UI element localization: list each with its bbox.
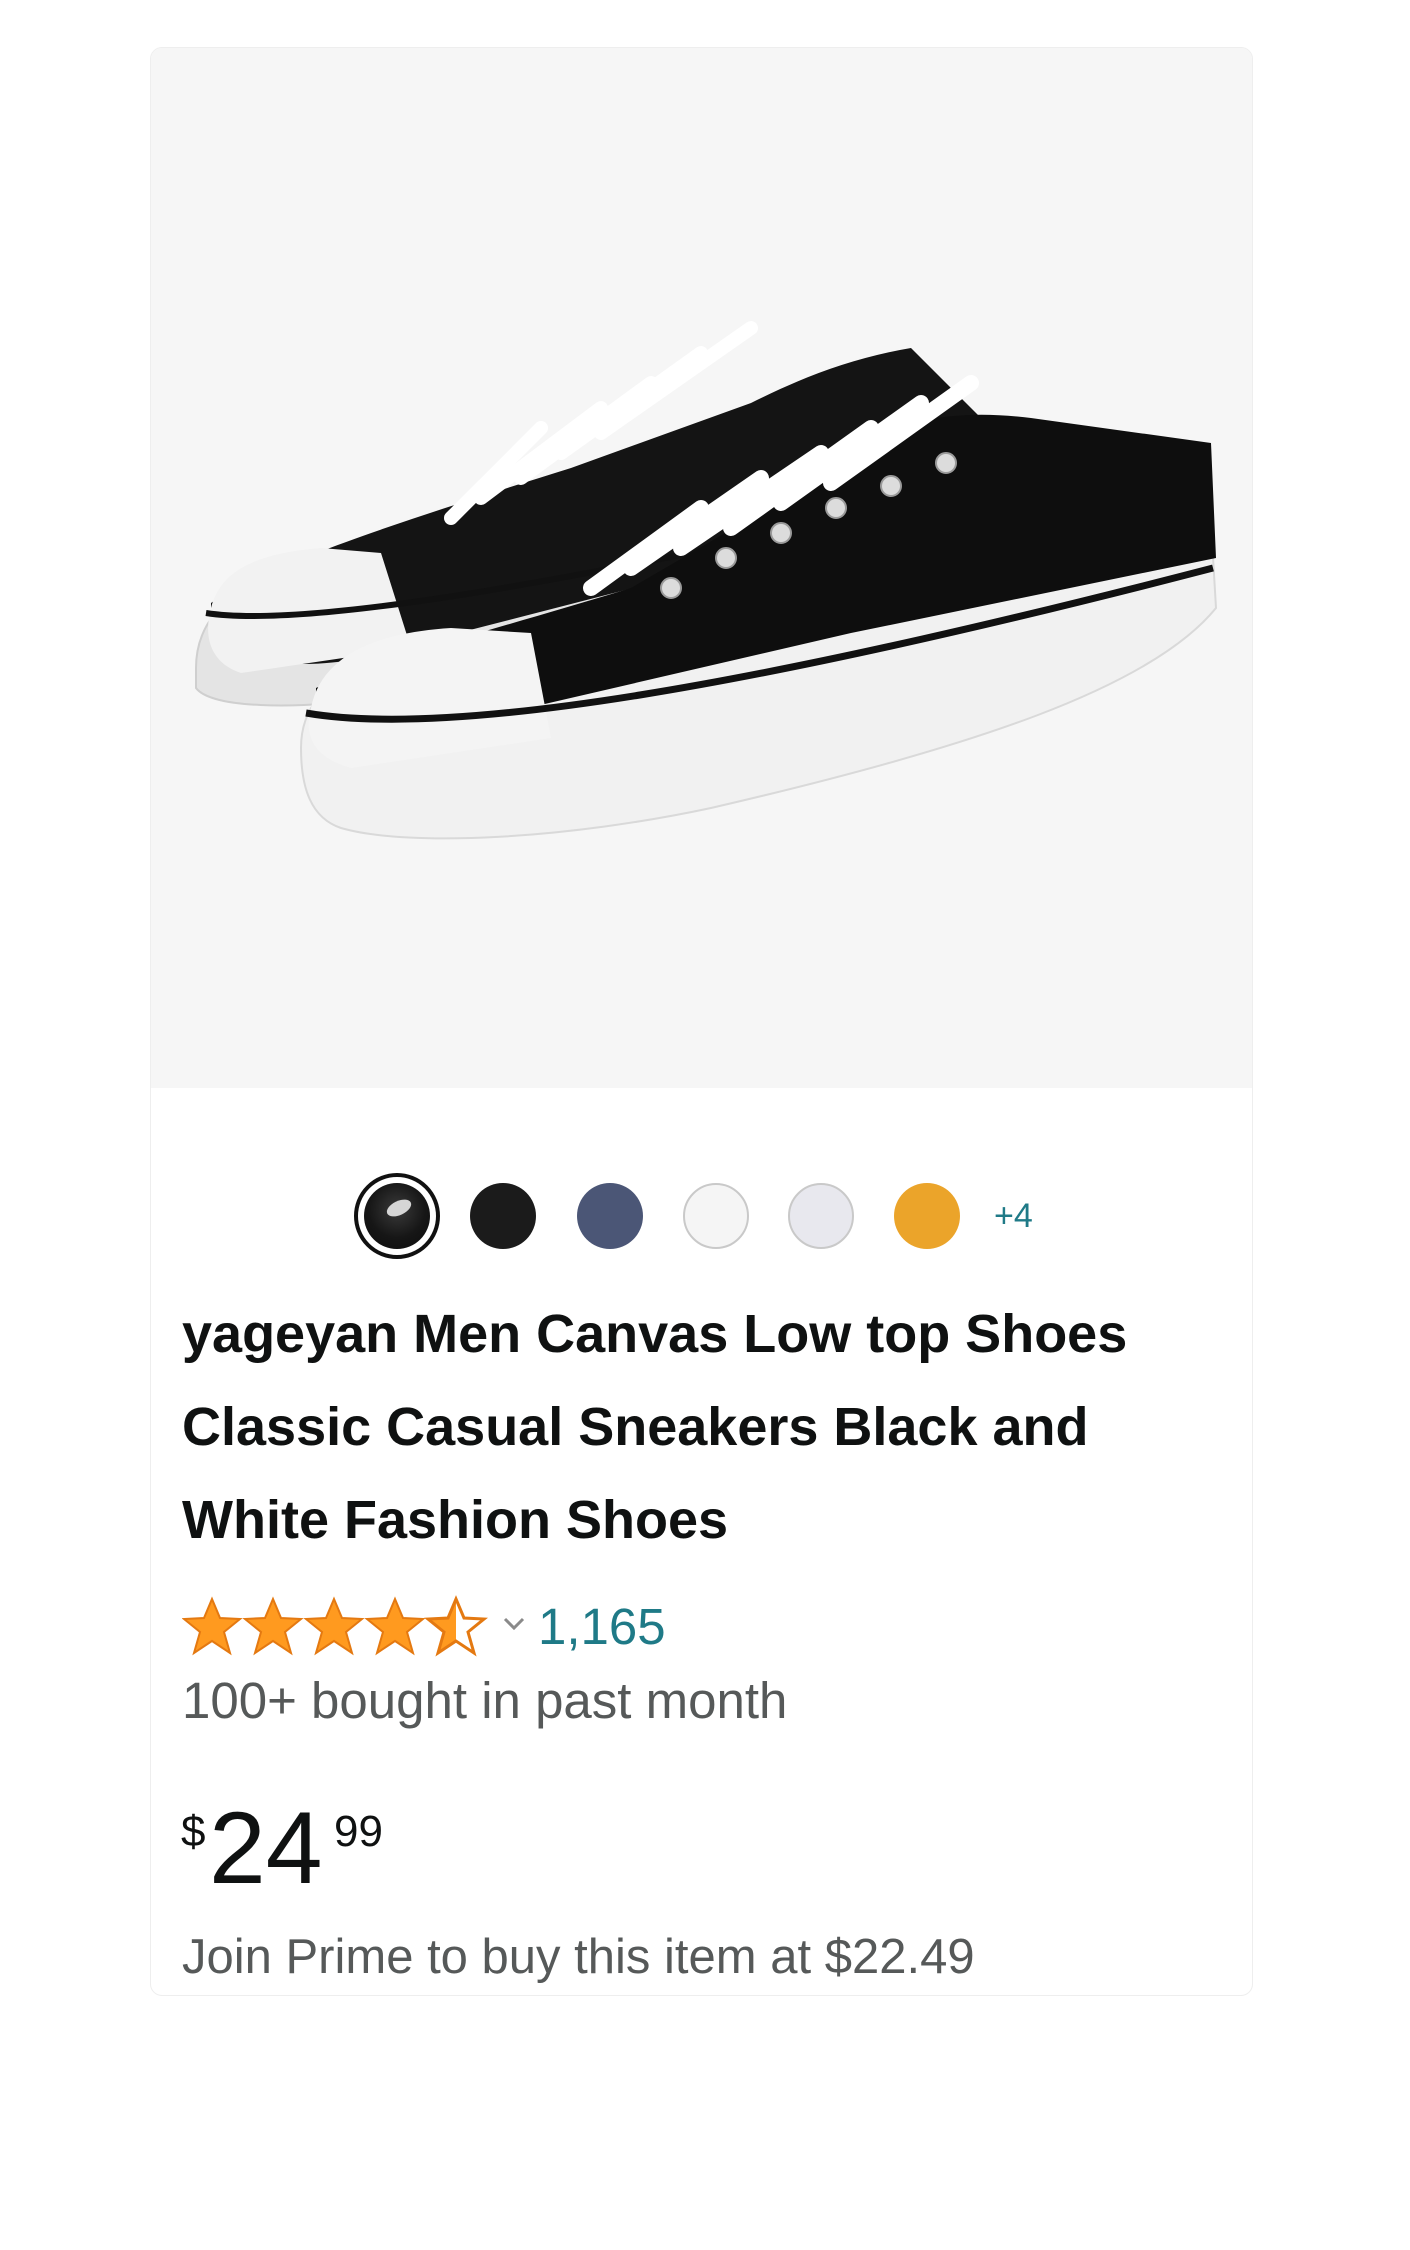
swatch-yellow[interactable]	[894, 1183, 960, 1249]
star-full-icon	[305, 1598, 363, 1654]
sneaker-illustration	[195, 321, 1218, 840]
price-whole: 24	[209, 1791, 323, 1905]
stars-icon	[183, 1597, 486, 1655]
prime-offer-text: Join Prime to buy this item at $22.49	[182, 1930, 975, 1984]
chevron-down-icon[interactable]	[502, 1615, 526, 1638]
swatch-image	[364, 1183, 430, 1249]
star-full-icon	[244, 1598, 302, 1654]
swatch-white[interactable]	[683, 1183, 749, 1249]
bought-in-past-month: 100+ bought in past month	[182, 1672, 788, 1729]
rating-row: 1,165	[182, 1591, 666, 1661]
swatch-black-selected[interactable]	[354, 1173, 440, 1259]
review-count-link[interactable]: 1,165	[538, 1597, 666, 1656]
swatch-navy[interactable]	[577, 1183, 643, 1249]
star-full-icon	[183, 1598, 241, 1654]
product-title[interactable]: yageyan Men Canvas Low top Shoes Classic…	[182, 1288, 1232, 1567]
color-swatches: +4	[151, 1173, 1252, 1259]
product-card: +4 yageyan Men Canvas Low top Shoes Clas…	[150, 47, 1253, 1996]
more-swatches-link[interactable]: +4	[994, 1175, 1033, 1257]
price-currency-symbol: $	[181, 1807, 206, 1856]
star-full-icon	[366, 1598, 424, 1654]
product-image[interactable]	[151, 48, 1252, 1088]
star-rating[interactable]	[182, 1594, 492, 1658]
price-fraction: 99	[334, 1807, 383, 1856]
swatch-light-gray[interactable]	[788, 1183, 854, 1249]
star-half-icon	[426, 1597, 486, 1655]
swatch-black[interactable]	[470, 1183, 536, 1249]
